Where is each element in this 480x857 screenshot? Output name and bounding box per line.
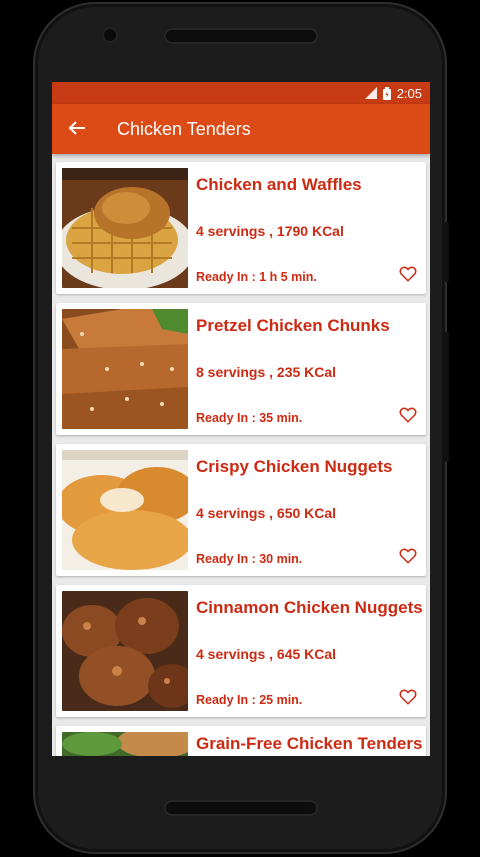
app-screen: 2:05 Chicken Tenders Chicken and Waffles — [52, 82, 430, 756]
recipe-servings: 8 servings , 235 KCal — [196, 364, 337, 380]
bottom-speaker — [166, 802, 316, 814]
recipe-title: Grain-Free Chicken Tenders — [196, 734, 423, 753]
app-bar: Chicken Tenders — [52, 104, 430, 154]
recipe-image — [62, 732, 188, 756]
page-title: Chicken Tenders — [117, 118, 251, 139]
recipe-servings: 4 servings , 645 KCal — [196, 646, 337, 662]
status-time: 2:05 — [396, 85, 422, 101]
back-arrow-icon[interactable] — [52, 116, 102, 142]
recipe-title: Chicken and Waffles — [196, 175, 362, 194]
recipe-card[interactable]: Crispy Chicken Nuggets 4 servings , 650 … — [56, 444, 426, 576]
recipe-card[interactable]: Pretzel Chicken Chunks 8 servings , 235 … — [56, 303, 426, 435]
favorite-heart-icon[interactable] — [399, 406, 417, 424]
recipe-card[interactable]: Chicken and Waffles 4 servings , 1790 KC… — [56, 162, 426, 294]
favorite-heart-icon[interactable] — [399, 688, 417, 706]
recipe-servings: 4 servings , 1790 KCal — [196, 223, 344, 239]
recipe-title: Crispy Chicken Nuggets — [196, 457, 393, 476]
volume-button — [445, 222, 449, 282]
recipe-image — [62, 309, 188, 429]
recipe-title: Cinnamon Chicken Nuggets — [196, 598, 423, 617]
recipe-image — [62, 591, 188, 711]
recipe-ready-time: Ready In : 35 min. — [196, 411, 303, 425]
battery-icon — [382, 86, 391, 100]
recipe-list: Chicken and Waffles 4 servings , 1790 KC… — [52, 154, 430, 756]
recipe-card[interactable]: Grain-Free Chicken Tenders — [56, 726, 426, 756]
status-bar: 2:05 — [52, 82, 430, 104]
recipe-card[interactable]: Cinnamon Chicken Nuggets 4 servings , 64… — [56, 585, 426, 717]
recipe-image — [62, 450, 188, 570]
recipe-image — [62, 168, 188, 288]
earpiece-speaker — [166, 30, 316, 42]
recipe-ready-time: Ready In : 1 h 5 min. — [196, 270, 317, 284]
favorite-heart-icon[interactable] — [399, 547, 417, 565]
signal-icon — [364, 87, 377, 99]
favorite-heart-icon[interactable] — [399, 265, 417, 283]
recipe-ready-time: Ready In : 30 min. — [196, 552, 303, 566]
front-camera — [104, 29, 116, 41]
power-button — [445, 332, 449, 462]
recipe-servings: 4 servings , 650 KCal — [196, 505, 337, 521]
recipe-title: Pretzel Chicken Chunks — [196, 316, 390, 335]
recipe-ready-time: Ready In : 25 min. — [196, 693, 303, 707]
